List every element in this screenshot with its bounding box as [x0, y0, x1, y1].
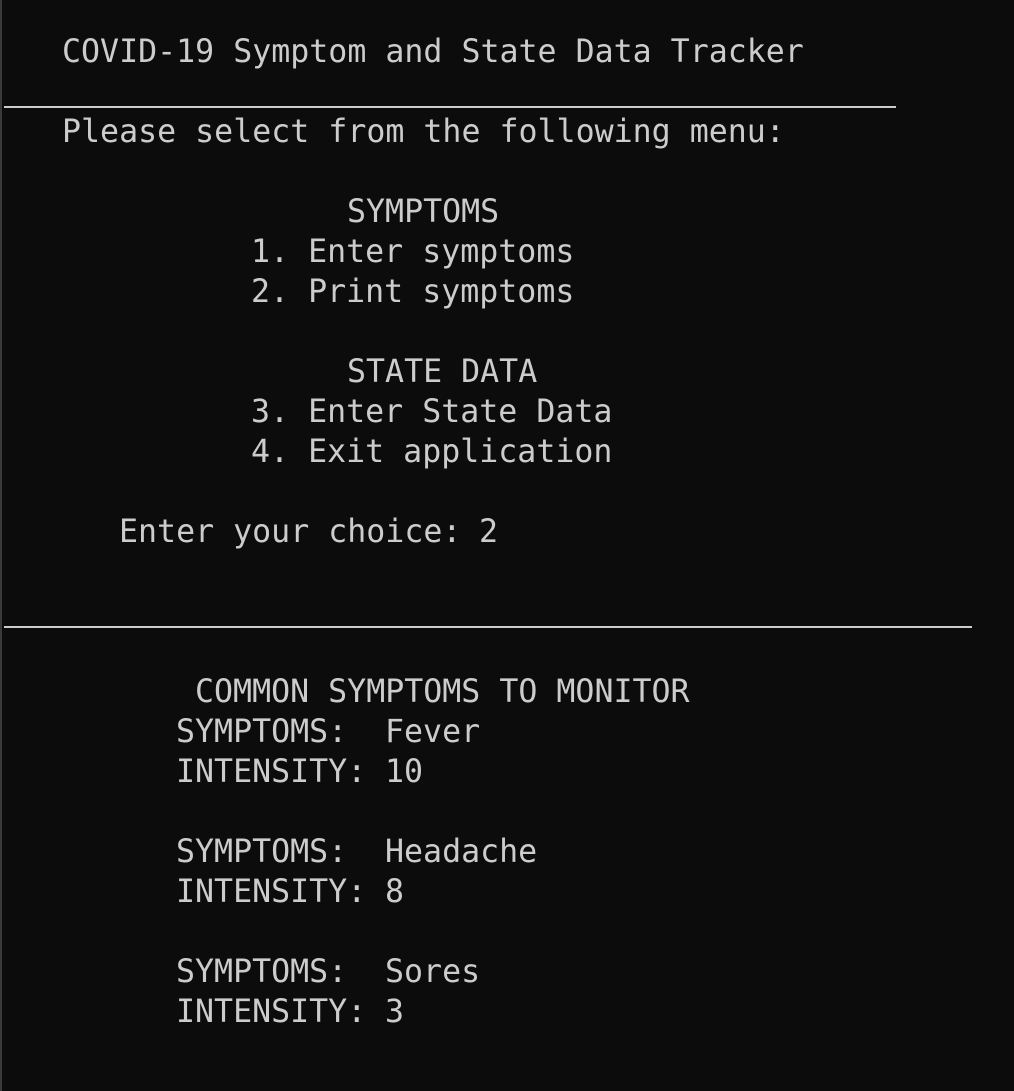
symptom-value: Sores	[385, 954, 481, 990]
menu-option-exit: 4. Exit application	[251, 434, 613, 470]
report-heading: COMMON SYMPTOMS TO MONITOR	[195, 674, 690, 710]
menu-option-enter-symptoms: 1. Enter symptoms	[251, 234, 575, 270]
menu-prompt: Please select from the following menu:	[62, 114, 785, 150]
intensity-label: INTENSITY:	[176, 874, 367, 910]
choice-input[interactable]: 2	[479, 512, 498, 552]
symptom-value: Headache	[385, 834, 538, 870]
menu-option-enter-state-data: 3. Enter State Data	[251, 394, 613, 430]
symptoms-heading: SYMPTOMS	[347, 194, 500, 230]
intensity-value: 8	[385, 874, 405, 910]
intensity-value: 10	[385, 754, 424, 790]
state-data-heading: STATE DATA	[347, 354, 538, 390]
choice-prompt: Enter your choice:	[119, 514, 462, 550]
intensity-label: INTENSITY:	[176, 754, 367, 790]
symptom-label: SYMPTOMS:	[176, 954, 348, 990]
separator-bottom	[4, 626, 972, 628]
intensity-value: 3	[385, 994, 405, 1030]
symptom-value: Fever	[385, 714, 481, 750]
symptom-label: SYMPTOMS:	[176, 834, 348, 870]
app-title: COVID-19 Symptom and State Data Tracker	[62, 34, 804, 70]
console-window: COVID-19 Symptom and State Data Tracker …	[0, 0, 1014, 1091]
separator-top	[4, 106, 896, 108]
symptom-label: SYMPTOMS:	[176, 714, 348, 750]
intensity-label: INTENSITY:	[176, 994, 367, 1030]
menu-option-print-symptoms: 2. Print symptoms	[251, 274, 575, 310]
